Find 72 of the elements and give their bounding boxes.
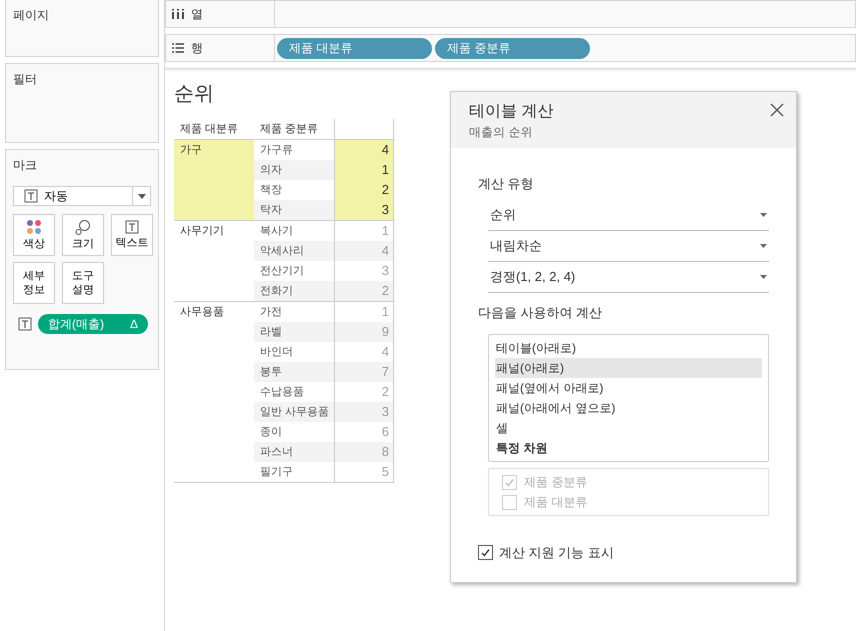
rank-cell: 3 <box>334 200 394 220</box>
dropdown[interactable]: 내림차순 <box>488 230 769 262</box>
caret-icon <box>760 274 767 278</box>
mark-button[interactable]: 텍스트 <box>111 214 153 256</box>
section-label: 다음을 사용하여 계산 <box>478 304 604 322</box>
list-option[interactable]: 패널(아래에서 옆으로) <box>495 398 762 418</box>
rank-cell: 2 <box>334 281 394 301</box>
rank-cell: 3 <box>334 402 394 422</box>
columns-icon <box>172 9 184 19</box>
close-icon <box>770 103 784 117</box>
checkmark-icon <box>480 547 491 558</box>
category-cell: 가구 <box>174 140 254 220</box>
rank-cell: 4 <box>334 241 394 261</box>
table-cell: 봉투 <box>254 362 334 382</box>
card-title: 페이지 <box>12 7 50 24</box>
card-title: 마크 <box>12 157 38 174</box>
mark-button[interactable]: 색상 <box>13 214 55 256</box>
shelf-label: 행 <box>191 40 203 57</box>
view-title: 순위 <box>174 82 215 107</box>
shelf-label: 열 <box>191 6 203 23</box>
checkbox-label: 제품 대분류 <box>524 494 588 511</box>
rank-cell: 8 <box>334 442 394 462</box>
rows-icon <box>172 43 184 53</box>
card-title: 필터 <box>12 71 38 88</box>
list-option[interactable]: 테이블(아래로) <box>495 338 762 358</box>
rank-cell: 5 <box>334 462 394 482</box>
caret-icon <box>760 244 767 248</box>
list-option[interactable]: 패널(아래로) <box>495 358 762 378</box>
rank-cell: 7 <box>334 362 394 382</box>
column-header: 제품 대분류 <box>179 122 240 136</box>
dropdown[interactable]: 경쟁(1, 2, 2, 4) <box>488 262 769 292</box>
rank-cell: 9 <box>334 322 394 342</box>
mark-button[interactable]: 도구 설명 <box>62 262 104 304</box>
dialog-title: 테이블 계산 <box>469 102 554 122</box>
text-icon <box>18 317 32 331</box>
rank-cell: 2 <box>334 382 394 402</box>
rank-cell: 4 <box>334 342 394 362</box>
table-cell: 일반 사무용품 <box>254 402 334 422</box>
checkbox-label: 제품 중분류 <box>524 474 588 491</box>
text-icon <box>24 189 38 203</box>
checkbox-label: 계산 지원 기능 표시 <box>499 544 614 562</box>
checkmark-icon <box>504 476 515 488</box>
rank-cell: 1 <box>334 160 394 180</box>
text-icon <box>125 220 139 234</box>
checkbox[interactable] <box>478 545 493 560</box>
rank-cell: 3 <box>334 261 394 281</box>
table-cell: 라벨 <box>254 322 334 342</box>
mark-button[interactable]: 크기 <box>62 214 104 256</box>
caret-icon <box>138 194 146 198</box>
rank-cell: 2 <box>334 180 394 200</box>
dialog-subtitle: 매출의 순위 <box>469 124 532 141</box>
mark-button[interactable]: 세부 정보 <box>13 262 55 304</box>
dots-icon <box>26 219 42 235</box>
rank-cell: 6 <box>334 422 394 442</box>
table-cell: 악세사리 <box>254 241 334 261</box>
table-cell: 탁자 <box>254 200 334 220</box>
list-option[interactable]: 셀 <box>495 418 762 438</box>
column-header: 제품 중분류 <box>259 122 320 136</box>
rank-cell: 4 <box>334 140 394 160</box>
circles-icon <box>75 219 91 235</box>
table-cell: 파스너 <box>254 442 334 462</box>
close-button[interactable] <box>770 103 784 117</box>
mark-type-dropdown[interactable]: 자동 <box>13 186 151 206</box>
caret-icon <box>760 212 767 216</box>
rank-cell: 1 <box>334 221 394 241</box>
rank-cell: 1 <box>334 302 394 322</box>
list-option[interactable]: 특정 차원 <box>495 438 762 458</box>
list-option[interactable]: 패널(옆에서 아래로) <box>495 378 762 398</box>
table-cell: 전화기 <box>254 281 334 301</box>
section-label: 계산 유형 <box>478 175 535 193</box>
table-cell: 의자 <box>254 160 334 180</box>
dropdown[interactable]: 순위 <box>488 200 769 230</box>
